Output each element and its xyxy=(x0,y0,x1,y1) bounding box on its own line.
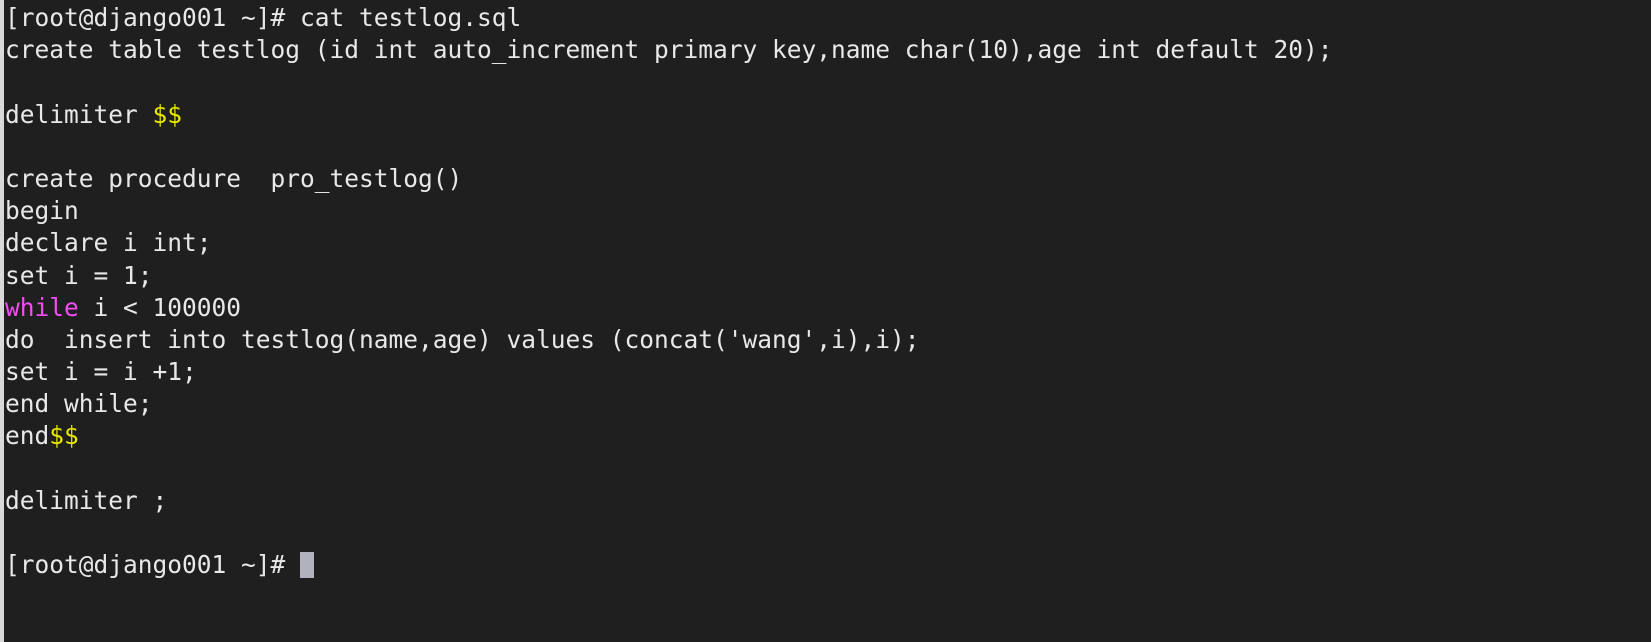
terminal-blank-line xyxy=(5,66,1651,98)
terminal-line: set i = 1; xyxy=(5,260,1651,292)
terminal-line: delimiter ; xyxy=(5,485,1651,517)
terminal-text-segment: [root@django001 ~]# xyxy=(5,550,301,580)
terminal-text-segment: [root@django001 ~]# cat testlog.sql xyxy=(5,3,522,32)
terminal-scrollbar[interactable] xyxy=(0,0,4,642)
terminal-line: delimiter $$ xyxy=(5,99,1651,131)
terminal-text-segment: set i = 1; xyxy=(5,260,153,290)
terminal-text-segment: end while; xyxy=(5,389,153,419)
terminal-line: while i < 100000 xyxy=(5,292,1651,324)
terminal-screen[interactable]: [root@django001 ~]# cat testlog.sql creat… xyxy=(5,0,1651,642)
terminal-line: do insert into testlog(name,age) values … xyxy=(5,324,1651,356)
terminal-line: [root@django001 ~]# xyxy=(5,549,1651,581)
terminal-text-segment: begin xyxy=(5,196,79,226)
terminal-line: end$$ xyxy=(5,420,1651,452)
terminal-text-segment: $$ xyxy=(152,99,183,129)
terminal-line: declare i int; xyxy=(5,227,1651,259)
terminal-text-segment: delimiter ; xyxy=(5,485,168,515)
terminal-text-segment: i < 100000 xyxy=(78,292,242,322)
terminal-blank-line xyxy=(5,131,1651,163)
terminal-text-segment: set i = i +1; xyxy=(5,357,197,387)
terminal-text-segment: create procedure pro_testlog() xyxy=(5,163,463,193)
terminal-text-segment: end xyxy=(5,421,50,451)
terminal-text-segment: $$ xyxy=(49,421,79,451)
terminal-line: create procedure pro_testlog() xyxy=(5,163,1651,195)
terminal-line: [root@django001 ~]# cat testlog.sql xyxy=(5,2,1651,34)
terminal-line: begin xyxy=(5,195,1651,227)
terminal-window[interactable]: [root@django001 ~]# cat testlog.sql creat… xyxy=(0,0,1651,642)
terminal-blank-line xyxy=(5,453,1651,485)
terminal-text-segment: do insert into testlog(name,age) values … xyxy=(5,324,920,354)
terminal-line: end while; xyxy=(5,388,1651,420)
terminal-line: create table testlog (id int auto_increm… xyxy=(5,34,1651,66)
terminal-line: set i = i +1; xyxy=(5,356,1651,388)
terminal-text-segment: create table testlog (id int auto_increm… xyxy=(5,35,1333,65)
terminal-cursor xyxy=(300,552,315,579)
terminal-text-segment: declare i int; xyxy=(5,228,212,258)
terminal-text-segment: while xyxy=(5,292,79,322)
terminal-text-segment: delimiter xyxy=(5,99,153,129)
terminal-blank-line xyxy=(5,517,1651,549)
